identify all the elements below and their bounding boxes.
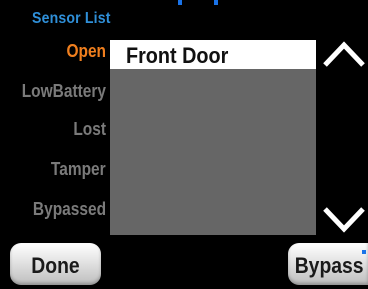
corner-indicator [362, 250, 366, 254]
list-item-front-door[interactable]: Front Door [110, 40, 316, 69]
chevron-down-icon [323, 207, 365, 233]
scroll-down-button[interactable] [322, 205, 366, 235]
sensor-filter-list: Open LowBattery Lost Tamper Bypassed [0, 38, 110, 228]
done-button[interactable]: Done [10, 243, 101, 285]
filter-bypassed[interactable]: Bypassed [33, 196, 106, 222]
chevron-up-icon [323, 41, 365, 67]
filter-tamper[interactable]: Tamper [51, 156, 106, 182]
bypass-button[interactable]: Bypass [288, 243, 368, 285]
sensor-list-panel[interactable]: Front Door [110, 40, 316, 235]
scroll-up-button[interactable] [322, 38, 366, 68]
filter-lowbattery[interactable]: LowBattery [22, 78, 106, 104]
sensor-list-screen: Sensor List Open LowBattery Lost Tamper … [0, 0, 368, 289]
top-indicator-marks [178, 0, 248, 6]
filter-lost[interactable]: Lost [73, 116, 106, 142]
filter-open[interactable]: Open [66, 38, 106, 64]
bypass-button-label: Bypass [294, 253, 364, 278]
done-button-label: Done [31, 253, 80, 278]
screen-title: Sensor List [32, 10, 111, 27]
list-item-label: Front Door [126, 43, 229, 68]
